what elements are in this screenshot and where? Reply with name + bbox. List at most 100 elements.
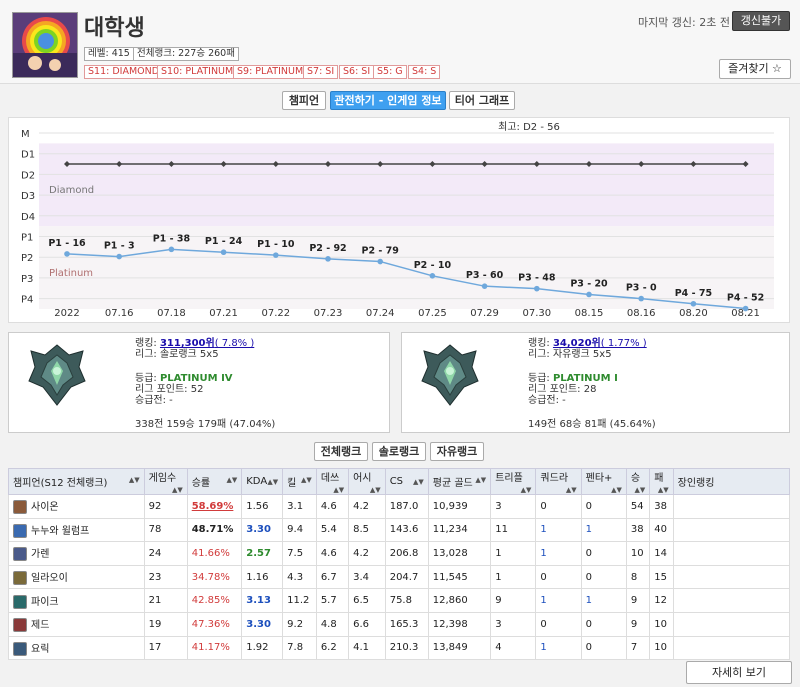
champion-cell[interactable]: 제드 [8,611,145,637]
cell-a: 3.4 [348,564,386,590]
x-tick-label: 07.23 [314,308,343,319]
column-header[interactable]: 승률 ▲▼ [186,468,243,495]
column-header[interactable]: 승 ▲▼ [625,468,651,495]
column-header[interactable]: 평균 골드 ▲▼ [427,468,492,495]
sort-icon[interactable]: ▲▼ [413,478,424,486]
series-point [586,291,592,298]
x-tick-label: 07.22 [261,308,290,319]
column-header[interactable]: CS ▲▼ [384,468,429,495]
cell-winrate: 41.17% [186,635,243,661]
flex-ranking-link[interactable]: 34,020위 [553,338,601,349]
cell-l: 10 [649,635,674,661]
tab-champion[interactable]: 챔피언 [282,91,326,110]
cell-l: 14 [649,541,674,566]
favorite-button[interactable]: 즐겨찾기 ☆ [719,59,791,79]
champion-cell[interactable]: 파이크 [8,588,145,613]
solo-ranking-pct[interactable]: ( 7.8% ) [215,338,255,349]
column-header[interactable]: 패 ▲▼ [649,468,674,495]
table-row[interactable]: 파이크 21 42.85% 3.13 11.2 5.7 6.5 75.8 12,860 9 1 1 9 1… [8,588,791,613]
cell-w: 8 [625,564,651,590]
column-header[interactable]: 데쓰 ▲▼ [315,468,350,495]
sort-icon[interactable]: ▲▼ [475,476,486,484]
cell-triple: 3 [490,611,537,637]
cell-d: 4.6 [315,541,350,566]
platinum-emblem-icon [28,344,86,406]
flex-ranking-pct[interactable]: ( 1.77% ) [601,338,647,349]
sort-icon[interactable]: ▲▼ [634,486,645,494]
tab-tier-graph[interactable]: 티어 그래프 [449,91,515,110]
cell-k: 7.8 [282,635,317,661]
column-header-label: KDA [246,476,268,487]
champion-cell[interactable]: 일라오이 [8,564,145,590]
series-point [325,256,331,262]
cell-cs: 206.8 [384,541,429,566]
sort-icon[interactable]: ▲▼ [226,476,237,484]
table-row[interactable]: 사이온 92 58.69% 1.56 3.1 4.6 4.2 187.0 10,939 3 0 0 54… [8,494,791,519]
cell-games: 19 [143,611,188,637]
sort-icon[interactable]: ▲▼ [370,486,381,494]
flex-lp: 리그 포인트: 28 [528,384,597,395]
update-button[interactable]: 갱신불가 [732,11,790,31]
cell-penta: 0 [580,564,627,590]
column-header[interactable]: 챔피언(S12 전체랭크) ▲▼ [8,468,145,495]
x-tick-label: 07.21 [209,308,238,319]
season-badge: S7: SI [303,65,339,79]
column-header[interactable]: 어시 ▲▼ [348,468,386,495]
table-row[interactable]: 일라오이 23 34.78% 1.16 4.3 6.7 3.4 204.7 11,545 1 0 0 8… [8,564,791,590]
data-label: P4 - 75 [675,288,712,299]
column-header-label: 승률 [191,478,211,489]
sort-icon[interactable]: ▲▼ [129,476,140,484]
sort-icon[interactable]: ▲▼ [566,486,577,494]
champion-cell[interactable]: 요릭 [8,635,145,661]
tab-flex-rank[interactable]: 자유랭크 [430,442,484,461]
sort-icon[interactable]: ▲▼ [301,476,312,484]
cell-mastery-rank [672,517,791,543]
profile-avatar [12,12,78,78]
column-header[interactable]: 킬 ▲▼ [282,468,317,495]
sort-icon[interactable]: ▲▼ [333,486,344,494]
column-header[interactable]: 쿼드라 ▲▼ [535,468,582,495]
data-label: P1 - 38 [153,233,191,244]
column-header[interactable]: 장인랭킹 [672,468,791,495]
cell-games: 24 [143,541,188,566]
tab-solo-rank[interactable]: 솔로랭크 [372,442,426,461]
tab-all-rank[interactable]: 전체랭크 [314,442,368,461]
cell-k: 11.2 [282,588,317,613]
tab-spectate[interactable]: 관전하기 - 인게임 정보 [330,91,446,110]
table-row[interactable]: 제드 19 47.36% 3.30 9.2 4.8 6.6 165.3 12,398 3 0 0 9 10 [8,611,791,637]
cell-winrate: 34.78% [186,564,243,590]
data-label: P1 - 3 [104,241,135,252]
cell-penta: 0 [580,494,627,519]
x-tick-label: 08.16 [627,308,656,319]
cell-cs: 143.6 [384,517,429,543]
sort-icon[interactable]: ▲▼ [611,486,622,494]
sort-icon[interactable]: ▲▼ [172,486,183,494]
column-header[interactable]: 펜타+ ▲▼ [580,468,627,495]
column-header[interactable]: KDA ▲▼ [241,468,284,495]
column-header[interactable]: 게임수 ▲▼ [143,468,188,495]
table-body: 사이온 92 58.69% 1.56 3.1 4.6 4.2 187.0 10,939 3 0 0 54… [8,494,791,661]
y-tick-label: D3 [21,191,35,202]
cell-gold: 13,849 [427,635,492,661]
table-row[interactable]: 요릭 17 41.17% 1.92 7.8 6.2 4.1 210.3 13,849 4 1 0 7 10 [8,635,791,661]
champion-cell[interactable]: 사이온 [8,494,145,519]
table-row[interactable]: 누누와 윌럼프 78 48.71% 3.30 9.4 5.4 8.5 143.6 11,234 1… [8,517,791,543]
cell-kda: 3.30 [241,611,284,637]
champion-cell[interactable]: 가렌 [8,541,145,566]
table-row[interactable]: 가렌 24 41.66% 2.57 7.5 4.6 4.2 206.8 13,028 1 1 0 10 1… [8,541,791,566]
champion-portrait-icon [13,641,27,656]
solo-league: 리그: 솔로랭크 5x5 [135,349,219,360]
y-tick-label: P4 [21,295,33,306]
cell-a: 6.5 [348,588,386,613]
sort-icon[interactable]: ▲▼ [658,486,669,494]
cell-games: 21 [143,588,188,613]
sort-icon[interactable]: ▲▼ [267,478,278,486]
detail-button[interactable]: 자세히 보기 [686,661,792,684]
champion-cell[interactable]: 누누와 윌럼프 [8,517,145,543]
grade-label: 등급: [135,373,160,384]
cell-quadra: 0 [535,564,582,590]
solo-ranking-link[interactable]: 311,300위 [160,338,215,349]
cell-k: 9.4 [282,517,317,543]
sort-icon[interactable]: ▲▼ [521,486,532,494]
column-header[interactable]: 트리플 ▲▼ [490,468,537,495]
